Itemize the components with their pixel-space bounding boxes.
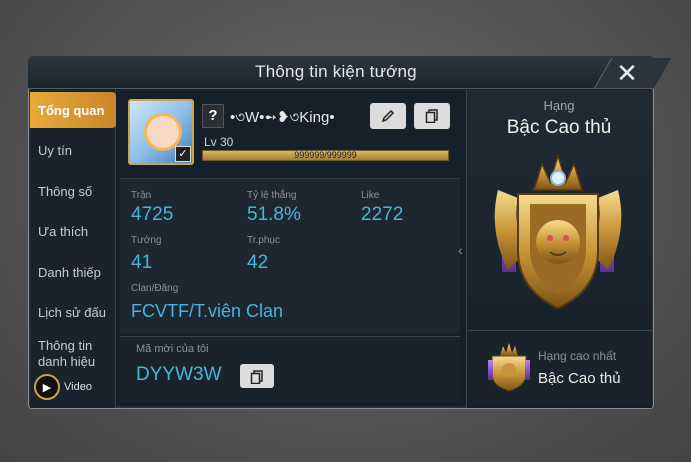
copy-icon: [250, 370, 263, 385]
like-label: Like: [361, 190, 380, 201]
video-button[interactable]: ▶ Video: [34, 374, 98, 400]
invite-label: Mã mời của tôi: [136, 343, 209, 355]
sidebar-item-match-history[interactable]: Lịch sử đấu: [30, 294, 116, 330]
sidebar-item-overview[interactable]: Tổng quan: [30, 92, 116, 128]
close-icon[interactable]: ✕: [612, 58, 642, 88]
play-icon: ▶: [34, 374, 60, 400]
best-rank-label: Hạng cao nhất: [538, 349, 617, 363]
rank-emblem-icon: [494, 153, 622, 310]
xp-progress-bar: 999999/999999: [202, 150, 449, 161]
sidebar-item-favorites[interactable]: Ưa thích: [30, 213, 116, 249]
copy-invite-button[interactable]: [240, 364, 274, 388]
best-rank-name: Bậc Cao thủ: [538, 370, 621, 387]
best-rank-emblem-icon: [488, 343, 530, 392]
edit-name-button[interactable]: [370, 103, 406, 129]
clan-label: Clan/Đăng: [131, 283, 179, 294]
player-level: Lv 30: [204, 135, 234, 149]
copy-name-button[interactable]: [414, 103, 450, 129]
sidebar-item-stats[interactable]: Thông số: [30, 173, 116, 209]
rank-label: Hạng: [543, 98, 575, 113]
sidebar-item-reputation[interactable]: Uy tín: [30, 132, 116, 168]
invite-code: DYYW3W: [136, 364, 222, 385]
skins-label: Tr.phục: [247, 235, 280, 246]
like-value: 2272: [361, 204, 404, 225]
xp-text: 999999/999999: [294, 150, 357, 160]
clan-value[interactable]: FCVTF/T.viên Clan: [131, 301, 283, 322]
pencil-icon: [381, 109, 395, 123]
matches-label: Trận: [131, 190, 152, 201]
skins-value: 42: [247, 252, 269, 273]
player-name: •৩W•➻❥৩King•: [230, 109, 335, 126]
window-title: Thông tin kiện tướng: [255, 62, 417, 81]
video-label: Video: [64, 381, 92, 393]
rank-name: Bậc Cao thủ: [506, 117, 612, 138]
heroes-value: 41: [131, 252, 153, 273]
winrate-value: 51.8%: [247, 204, 301, 225]
matches-value: 4725: [131, 204, 174, 225]
avatar-edit-icon[interactable]: ✓: [175, 146, 191, 162]
unknown-badge[interactable]: ?: [202, 104, 224, 128]
winrate-label: Tỷ lệ thắng: [247, 190, 297, 201]
heroes-label: Tướng: [131, 235, 162, 246]
copy-icon: [425, 109, 438, 124]
sidebar-item-namecard[interactable]: Danh thiếp: [30, 254, 116, 290]
sidebar-item-titles[interactable]: Thông tin danh hiệu: [30, 336, 110, 372]
